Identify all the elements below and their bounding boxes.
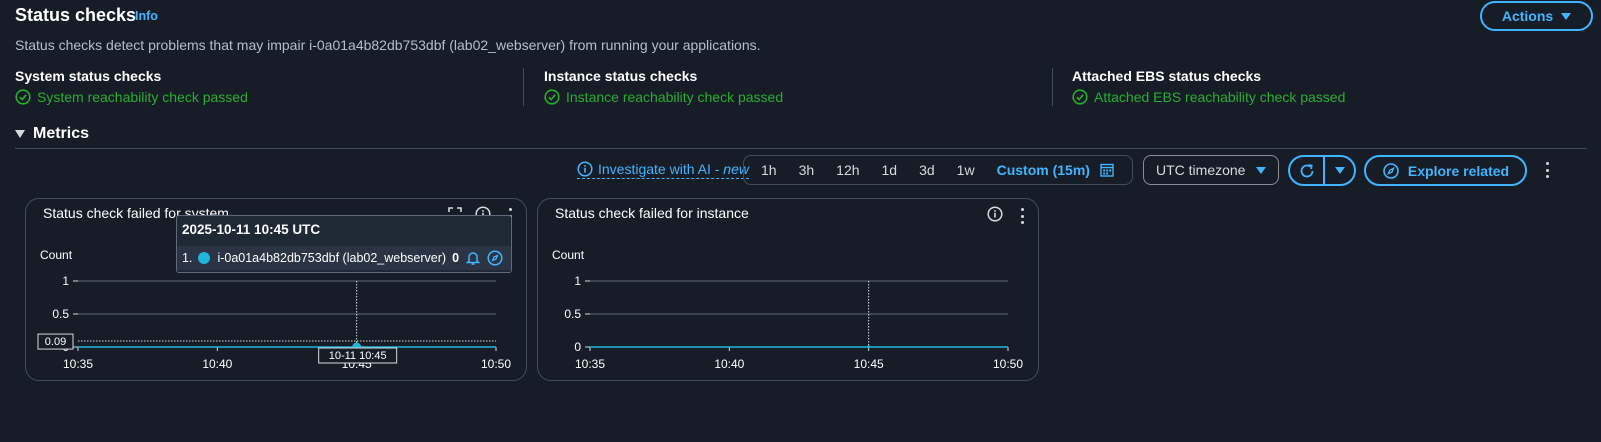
check-circle-icon [15,89,31,105]
check-status-text: Instance reachability check passed [566,89,784,105]
refresh-interval-dropdown[interactable] [1325,157,1354,184]
bell-icon[interactable] [465,250,481,266]
chart-tooltip: 2025-10-11 10:45 UTC 1. i-0a01a4b82db753… [176,215,512,273]
range-12h[interactable]: 12h [825,162,870,178]
y-tick-label: 0 [574,340,581,354]
system-status-checks: System status checks System reachability… [15,68,248,105]
chart-instance-status[interactable]: 0 0.5 1 10:35 10:40 10:45 10:50 [538,199,1038,380]
x-tick-label: 10:45 [854,357,884,371]
check-title: System status checks [15,68,162,84]
caret-down-icon [15,130,25,138]
y-tick-label: 0.5 [52,307,69,321]
y-tick-label: 1 [62,274,69,288]
range-3h[interactable]: 3h [788,162,826,178]
x-tick-label: 10:40 [714,357,744,371]
metrics-heading: Metrics [33,125,90,142]
divider [523,68,524,106]
caret-down-icon [1256,166,1266,174]
timezone-select[interactable]: UTC timezone [1143,155,1279,185]
check-title: Attached EBS status checks [1072,68,1262,84]
y-tick-label: 0.5 [564,307,581,321]
x-tick-label: 10:50 [481,357,511,371]
investigate-label: Investigate with AI - [598,161,724,177]
section-divider [15,148,1587,149]
explore-related-button[interactable]: Explore related [1364,155,1527,186]
investigate-ai-link[interactable]: Investigate with AI - new [577,161,749,179]
check-status: Instance reachability check passed [544,89,783,105]
x-tick-label: 10:35 [575,357,605,371]
metrics-toggle[interactable]: Metrics [15,125,89,143]
page-description: Status checks detect problems that may i… [15,37,761,53]
series-color-dot [198,252,211,264]
range-1d[interactable]: 1d [871,162,909,178]
data-point [867,345,871,349]
timezone-value: UTC timezone [1156,162,1246,178]
tooltip-row: 1. i-0a01a4b82db753dbf (lab02_webserver)… [177,246,511,270]
check-circle-icon [544,89,560,105]
explore-label: Explore related [1407,162,1510,179]
x-tick-label: 10:40 [202,357,232,371]
check-title: Instance status checks [544,68,698,84]
y-tick-label: 1 [574,274,581,288]
info-icon [577,161,593,177]
tooltip-timestamp: 2025-10-11 10:45 UTC [182,222,321,237]
divider [1052,68,1053,106]
compass-icon [1383,162,1399,179]
check-status: System reachability check passed [15,89,248,105]
time-range-selector: 1h 3h 12h 1d 3d 1w Custom (15m) [743,155,1133,185]
more-options-icon[interactable] [1540,160,1554,180]
instance-status-checks: Instance status checks Instance reachabi… [544,68,783,105]
range-1w[interactable]: 1w [946,162,986,178]
range-1h[interactable]: 1h [750,162,788,178]
refresh-icon [1300,163,1313,177]
actions-button[interactable]: Actions [1480,1,1593,31]
check-status: Attached EBS reachability check passed [1072,89,1345,105]
tooltip-instance: i-0a01a4b82db753dbf (lab02_webserver) [217,251,447,265]
refresh-button[interactable] [1290,157,1325,184]
x-tick-label: 10:50 [993,357,1023,371]
hover-x-label: 10-11 10:45 [329,350,387,362]
check-status-text: System reachability check passed [37,89,248,105]
tooltip-value: 0 [452,251,460,265]
ebs-status-checks: Attached EBS status checks Attached EBS … [1072,68,1345,105]
range-custom[interactable]: Custom (15m) [986,162,1098,178]
refresh-control [1288,155,1356,186]
calendar-icon[interactable] [1100,163,1114,177]
compass-icon[interactable] [487,250,503,266]
tooltip-row-index: 1. [182,251,193,265]
caret-down-icon [1561,12,1572,20]
range-3d[interactable]: 3d [908,162,946,178]
x-tick-label: 10:35 [63,357,93,371]
actions-label: Actions [1501,8,1554,24]
check-status-text: Attached EBS reachability check passed [1094,89,1346,105]
check-circle-icon [1072,89,1088,105]
caret-down-icon [1334,167,1345,174]
page-title: Status checks [15,5,137,25]
hover-y-label: 0.09 [45,336,66,348]
info-link[interactable]: Info [135,9,158,23]
widget-instance-status: Status check failed for instance Count 0… [537,198,1039,381]
